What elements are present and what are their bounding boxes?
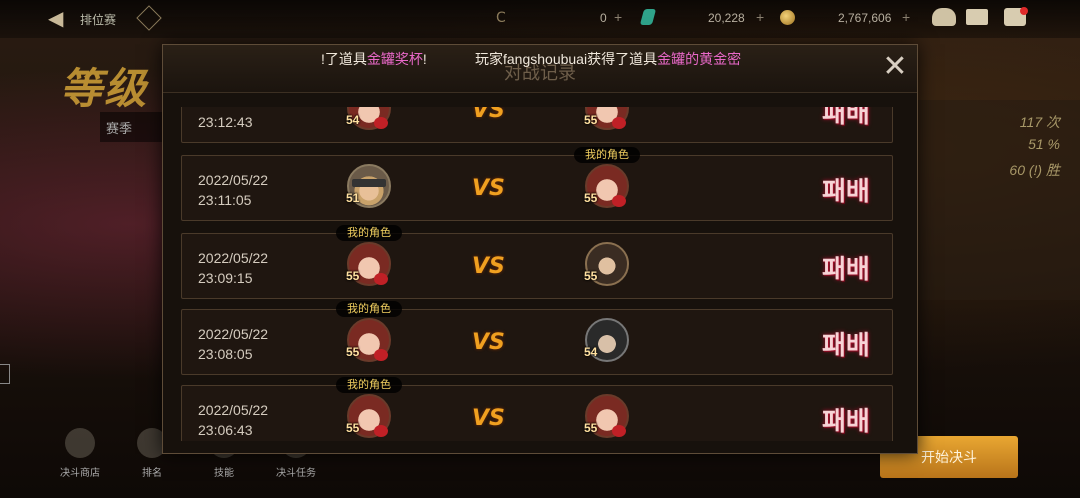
my-character-tag: 我的角色	[336, 225, 402, 241]
match-datetime: 2022/05/22 23:11:05	[198, 170, 268, 210]
ticker-message: !了道具金罐奖杯!	[321, 51, 427, 67]
match-result: 패배	[822, 177, 870, 207]
battle-record-row[interactable]: 2022/05/2223:12:43 54 55 VS 패배	[181, 107, 893, 143]
battle-record-row[interactable]: 2022/05/22 23:08:05 55 我的角色 54 VS 패배	[181, 301, 893, 375]
match-date: 2022/05/22	[198, 326, 269, 342]
match-date: 2022/05/22	[198, 172, 269, 188]
opponent-avatar[interactable]: 55 我的角色	[574, 147, 640, 211]
battle-record-list[interactable]: 2022/05/2223:12:435455VS패배2022/05/2223:1…	[181, 107, 893, 441]
bag-icon[interactable]	[932, 8, 956, 26]
ticker-message: 玩家fangshoubuai获得了道具金罐的黄金密	[475, 51, 742, 67]
opponent-avatar[interactable]: 55	[582, 391, 632, 441]
gem-icon	[639, 9, 657, 25]
my-character-tag: 我的角色	[574, 147, 640, 163]
gold-coin-icon	[780, 10, 795, 25]
character-level: 54	[584, 345, 598, 359]
currency-zero-value: 0	[600, 11, 607, 25]
match-date: 2022/05/22	[198, 402, 269, 418]
currency-c-icon: C	[496, 10, 506, 26]
character-level: 55	[346, 269, 360, 283]
character-level: 54	[346, 113, 360, 127]
match-result: 패배	[822, 407, 870, 437]
character-level: 55	[584, 113, 598, 127]
player-avatar[interactable]: 51	[344, 161, 394, 211]
player-avatar[interactable]: 55 我的角色	[336, 377, 402, 441]
vs-label: VS	[472, 330, 505, 355]
match-time: 23:12:43	[198, 114, 253, 130]
gem-value: 20,228	[708, 11, 745, 25]
vs-label: VS	[472, 176, 505, 201]
match-datetime: 2022/05/22 23:08:05	[198, 324, 268, 364]
match-date: 2022/05/22	[198, 250, 269, 266]
character-level: 55	[346, 421, 360, 435]
battle-record-row[interactable]: 2022/05/22 23:11:05 51 55 我的角色 VS 패배	[181, 147, 893, 221]
nav-duel-shop[interactable]: 决斗商店	[55, 428, 105, 479]
vs-label: VS	[472, 406, 505, 431]
background-banner: 等级	[60, 65, 149, 112]
opponent-avatar[interactable]: 54	[582, 315, 632, 365]
character-level: 55	[346, 345, 360, 359]
back-arrow-icon[interactable]: ◀	[48, 8, 70, 30]
dialog-header: 对战记录 !了道具金罐奖杯! 玩家fangshoubuai获得了道具金罐的黄金密…	[163, 45, 917, 93]
rose-icon	[374, 273, 388, 285]
player-avatar[interactable]: 55 我的角色	[336, 225, 402, 289]
character-level: 55	[584, 269, 598, 283]
match-result: 패배	[822, 107, 870, 129]
headband-icon	[352, 179, 386, 187]
add-gold-icon[interactable]: +	[902, 9, 910, 25]
stat-wins: 60 (!) 胜	[1009, 162, 1060, 178]
add-gem-icon[interactable]: +	[756, 9, 764, 25]
match-time: 23:09:15	[198, 270, 253, 286]
character-level: 51	[346, 191, 360, 205]
battle-record-row[interactable]: 2022/05/22 23:09:15 55 我的角色 55 VS 패배	[181, 225, 893, 299]
add-currency-icon[interactable]: +	[614, 9, 622, 25]
opponent-avatar[interactable]: 55	[582, 239, 632, 289]
match-time: 23:11:05	[198, 192, 252, 208]
my-character-tag: 我的角色	[336, 377, 402, 393]
stat-winrate: 51 %	[1028, 136, 1060, 152]
rose-icon	[612, 425, 626, 437]
screen-title: 排位赛	[80, 13, 117, 27]
opponent-avatar[interactable]: 55	[582, 107, 632, 133]
notification-dot	[1020, 7, 1028, 15]
close-icon[interactable]: ✕	[881, 52, 909, 82]
battle-record-row[interactable]: 2022/05/22 23:06:43 55 我的角色 55 VS 패배	[181, 377, 893, 441]
player-avatar[interactable]: 54	[344, 107, 394, 133]
rose-icon	[612, 195, 626, 207]
player-avatar[interactable]: 55 我的角色	[336, 301, 402, 365]
match-time: 23:08:05	[198, 346, 253, 362]
match-result: 패배	[822, 255, 870, 285]
match-datetime: 2022/05/22 23:09:15	[198, 248, 268, 288]
season-stats: 117 次 51 % 60 (!) 胜	[960, 112, 1060, 184]
battle-record-dialog: 对战记录 !了道具金罐奖杯! 玩家fangshoubuai获得了道具金罐的黄金密…	[162, 44, 918, 454]
match-datetime: 2022/05/22 23:06:43	[198, 400, 268, 440]
rose-icon	[612, 117, 626, 129]
side-tab-handle[interactable]	[0, 364, 10, 384]
background-season-label: 赛季	[100, 112, 170, 142]
gold-value: 2,767,606	[838, 11, 892, 25]
match-datetime: 2022/05/2223:12:43	[198, 107, 268, 132]
rose-icon	[374, 425, 388, 437]
mail-icon[interactable]	[966, 9, 988, 25]
rose-icon	[374, 117, 388, 129]
match-result: 패배	[822, 331, 870, 361]
announcement-ticker: !了道具金罐奖杯! 玩家fangshoubuai获得了道具金罐的黄金密	[283, 49, 903, 71]
vs-label: VS	[472, 107, 505, 123]
rank-diamond-icon[interactable]	[136, 5, 162, 31]
rose-icon	[374, 349, 388, 361]
my-character-tag: 我的角色	[336, 301, 402, 317]
character-level: 55	[584, 421, 598, 435]
character-level: 55	[584, 191, 598, 205]
vs-label: VS	[472, 254, 505, 279]
match-time: 23:06:43	[198, 422, 253, 438]
top-bar: ◀ 排位赛 C 0 + 20,228 + 2,767,606 +	[0, 0, 1080, 38]
stat-matches: 117 次	[1019, 114, 1060, 130]
shop-icon	[65, 428, 95, 458]
